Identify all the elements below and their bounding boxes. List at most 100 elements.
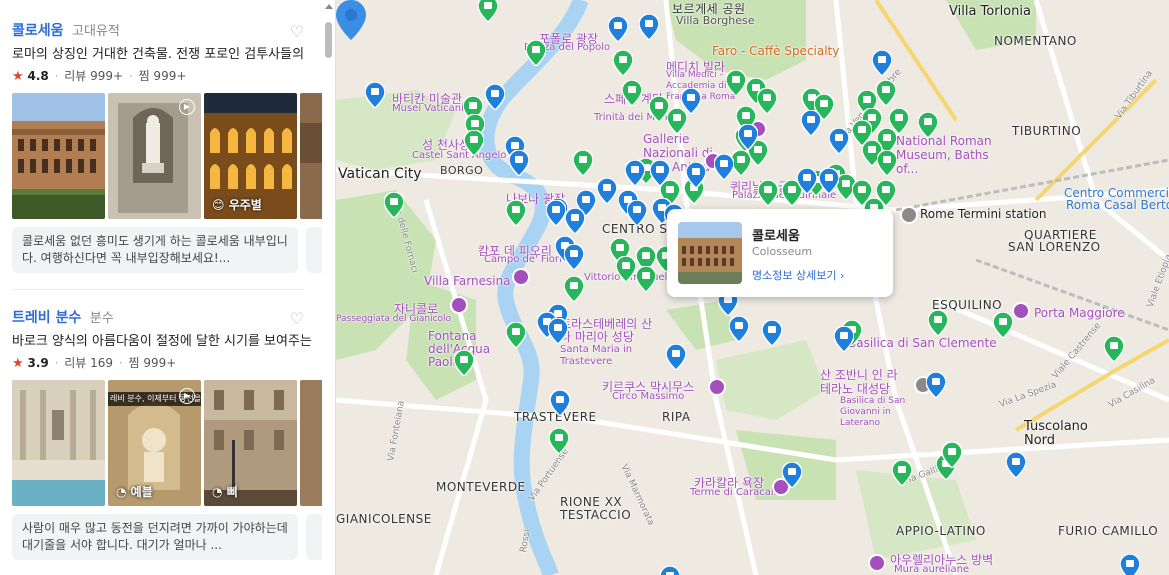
attraction-pin-icon[interactable] <box>506 200 526 226</box>
saved-pin-icon[interactable] <box>666 344 686 370</box>
saved-pin-icon[interactable] <box>565 208 585 234</box>
photo-colosseum-exterior[interactable] <box>12 93 105 219</box>
poi-porta-maggiore-icon[interactable] <box>1012 302 1030 320</box>
attraction-pin-icon[interactable] <box>877 150 897 176</box>
map-view[interactable]: 보르게세 공원 Villa Borghese Villa Torlonia NO… <box>336 0 1169 575</box>
place-name[interactable]: 트레비 분수 <box>12 310 81 326</box>
saved-pin-icon[interactable] <box>797 168 817 194</box>
popup-detail-link[interactable]: 명소정보 상세보기 › <box>752 267 844 283</box>
saved-pin-icon[interactable] <box>550 390 570 416</box>
poi-campo-icon[interactable] <box>512 268 530 286</box>
attraction-pin-icon[interactable] <box>384 192 404 218</box>
attraction-pin-icon[interactable] <box>526 40 546 66</box>
saved-pin-icon[interactable] <box>597 178 617 204</box>
saved-pin-icon[interactable] <box>625 160 645 186</box>
saved-pin-icon[interactable] <box>681 88 701 114</box>
attraction-pin-icon[interactable] <box>478 0 498 22</box>
saved-pin-icon[interactable] <box>627 200 647 226</box>
photo-trevi-fountain[interactable] <box>12 380 105 506</box>
place-card-trevi[interactable]: 트레비 분수 분수 ♡ 바로크 양식의 아름다움이 절정에 달한 시기를 보여주… <box>0 307 335 575</box>
photo-strip[interactable]: ▶ 😊 우주별 <box>12 93 322 219</box>
saved-pin-icon[interactable] <box>509 150 529 176</box>
review-snippet[interactable]: 사람이 매우 많고 동전을 던지려면 가까이 가야하는데 대기줄을 서야 합니다… <box>12 514 298 560</box>
label-trastevere-church: 트라스테베레의 산타 마리아 성당 <box>560 317 653 344</box>
attraction-pin-icon[interactable] <box>942 442 962 468</box>
photo-trevi-street[interactable]: ◔ 삐 <box>204 380 297 506</box>
saved-pin-icon[interactable] <box>738 124 758 150</box>
attraction-pin-icon[interactable] <box>549 428 569 454</box>
photo-trevi-partial[interactable] <box>300 380 322 506</box>
saved-pin-icon[interactable] <box>834 326 854 352</box>
popup-photo[interactable] <box>678 222 742 284</box>
heart-icon[interactable]: ♡ <box>290 309 304 328</box>
attraction-pin-icon[interactable] <box>622 80 642 106</box>
play-icon[interactable]: ▶ <box>179 388 195 404</box>
saved-pin-icon[interactable] <box>548 318 568 344</box>
photo-colosseum-statue[interactable]: ▶ <box>108 93 201 219</box>
attraction-pin-icon[interactable] <box>616 256 636 282</box>
heart-icon[interactable]: ♡ <box>290 22 304 41</box>
attraction-pin-icon[interactable] <box>757 88 777 114</box>
poi-janiculum-icon[interactable] <box>450 296 468 314</box>
attraction-pin-icon[interactable] <box>564 276 584 302</box>
attraction-pin-icon[interactable] <box>506 322 526 348</box>
review-snippet[interactable]: 콜로세움 없던 흥미도 생기게 하는 콜로세움 내부입니다. 여행하신다면 꼭 … <box>12 227 298 273</box>
poi-circus-icon[interactable] <box>708 378 726 396</box>
place-saves: 찜 999+ <box>138 69 187 83</box>
scrollbar-thumb[interactable] <box>325 22 332 58</box>
attraction-pin-icon[interactable] <box>726 70 746 96</box>
attraction-pin-icon[interactable] <box>454 350 474 376</box>
saved-pin-icon[interactable] <box>782 462 802 488</box>
attraction-pin-icon[interactable] <box>918 112 938 138</box>
attraction-pin-icon[interactable] <box>649 96 669 122</box>
label-national-roman: National Roman Museum, Baths of... <box>896 134 992 176</box>
saved-pin-icon[interactable] <box>608 16 628 42</box>
attraction-pin-icon[interactable] <box>1104 336 1124 362</box>
saved-pin-icon[interactable] <box>660 566 680 575</box>
saved-pin-icon[interactable] <box>650 160 670 186</box>
saved-pin-icon[interactable] <box>1120 554 1140 575</box>
scrollbar[interactable] <box>322 0 335 575</box>
play-icon[interactable]: ▶ <box>179 99 195 115</box>
saved-pin-icon[interactable] <box>714 154 734 180</box>
place-category: 고대유적 <box>71 24 120 39</box>
label-faro: Faro - Caffè Specialty <box>712 44 840 58</box>
saved-pin-icon[interactable] <box>926 372 946 398</box>
train-station-icon[interactable] <box>900 206 918 224</box>
scroll-up-arrow-icon[interactable] <box>325 4 333 9</box>
attraction-pin-icon[interactable] <box>573 150 593 176</box>
saved-pin-icon[interactable] <box>729 316 749 342</box>
attraction-pin-icon[interactable] <box>636 266 656 292</box>
photo-trevi-video[interactable]: 레비 분수, 이제부터 동전을 던지는 ... ▶ ◔ 예블 <box>108 380 201 506</box>
saved-pin-icon[interactable] <box>564 244 584 270</box>
saved-pin-icon[interactable] <box>686 162 706 188</box>
saved-pin-icon[interactable] <box>819 168 839 194</box>
attraction-pin-icon[interactable] <box>464 130 484 156</box>
saved-pin-icon[interactable] <box>1006 452 1026 478</box>
label-rione: RIONE XX TESTACCIO <box>560 495 632 522</box>
saved-pin-icon[interactable] <box>801 110 821 136</box>
attraction-pin-icon[interactable] <box>876 80 896 106</box>
attraction-pin-icon[interactable] <box>758 180 778 206</box>
attraction-pin-icon[interactable] <box>928 310 948 336</box>
saved-pin-icon[interactable] <box>872 50 892 76</box>
saved-pin-icon[interactable] <box>546 200 566 226</box>
poi-aurelian-icon[interactable] <box>868 554 886 572</box>
place-name[interactable]: 콜로세움 <box>12 23 64 39</box>
saved-pin-icon[interactable] <box>762 320 782 346</box>
photo-colosseum-partial[interactable] <box>300 93 322 219</box>
attraction-pin-icon[interactable] <box>613 50 633 76</box>
selected-location-pin-icon[interactable] <box>336 0 366 40</box>
saved-pin-icon[interactable] <box>365 82 385 108</box>
photo-strip[interactable]: 레비 분수, 이제부터 동전을 던지는 ... ▶ ◔ 예블 ◔ 삐 <box>12 380 322 506</box>
place-popup[interactable]: 콜로세움 Colosseum 명소정보 상세보기 › <box>667 209 893 297</box>
attraction-pin-icon[interactable] <box>993 312 1013 338</box>
saved-pin-icon[interactable] <box>639 14 659 40</box>
saved-pin-icon[interactable] <box>485 84 505 110</box>
saved-pin-icon[interactable] <box>829 128 849 154</box>
attraction-pin-icon[interactable] <box>892 460 912 486</box>
place-card-colosseum[interactable]: 콜로세움 고대유적 ♡ 로마의 상징인 거대한 건축물. 전쟁 포로인 검투사들… <box>0 20 335 290</box>
label-appio-latino: APPIO-LATINO <box>896 524 986 538</box>
photo-colosseum-night[interactable]: 😊 우주별 <box>204 93 297 219</box>
label-caracalla-en: Terme di Caracalla <box>690 487 783 498</box>
